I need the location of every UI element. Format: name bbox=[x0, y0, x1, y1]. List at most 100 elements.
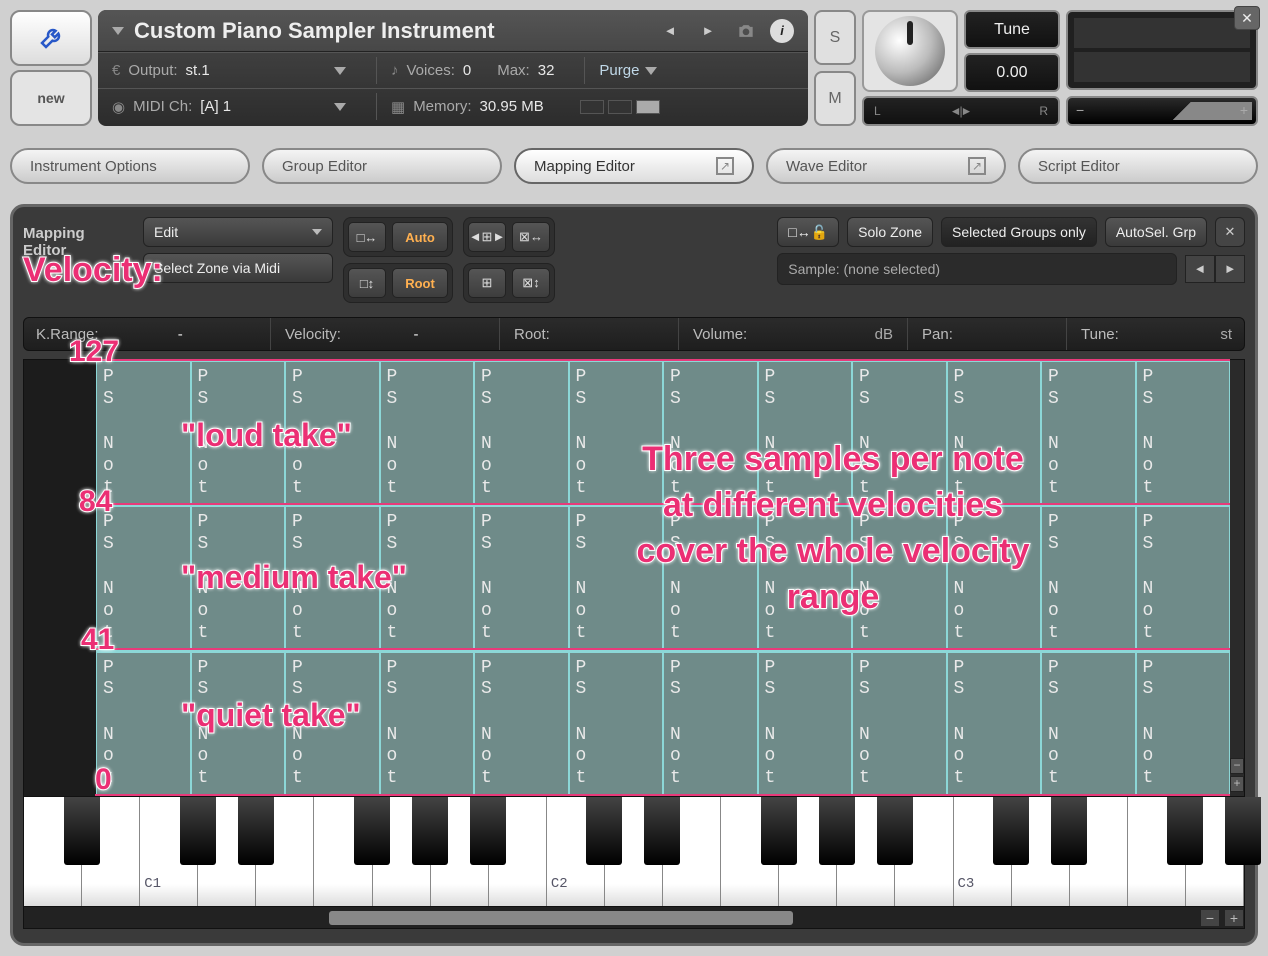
select-zone-midi-button[interactable]: Select Zone via Midi bbox=[143, 253, 333, 283]
zone-column[interactable]: PSNotPSNotPSNot bbox=[474, 360, 569, 796]
vzoom-out-button[interactable]: − bbox=[1230, 758, 1244, 774]
hzoom-in-button[interactable]: + bbox=[1224, 909, 1244, 927]
purge-menu[interactable]: Purge bbox=[599, 62, 657, 79]
white-key[interactable]: C2 bbox=[547, 797, 605, 906]
white-key[interactable] bbox=[198, 797, 256, 906]
tab-mapping-editor[interactable]: Mapping Editor bbox=[514, 148, 754, 184]
solo-button[interactable]: S bbox=[814, 10, 856, 65]
tool-select-c[interactable]: ⊞ bbox=[468, 268, 506, 298]
vzoom-in-button[interactable]: + bbox=[1230, 776, 1244, 792]
editor-close-button[interactable]: ✕ bbox=[1215, 217, 1245, 247]
white-key[interactable] bbox=[779, 797, 837, 906]
white-key[interactable] bbox=[256, 797, 314, 906]
zone-cell[interactable]: PSNot bbox=[948, 651, 1041, 796]
sample-field[interactable]: Sample: (none selected) bbox=[777, 253, 1177, 285]
tool-hspread[interactable]: □↔ bbox=[348, 222, 386, 252]
tool-vspread[interactable]: □↕ bbox=[348, 268, 386, 298]
zone-cell[interactable]: PSNot bbox=[853, 505, 946, 650]
zone-cell[interactable]: PSNot bbox=[1042, 651, 1135, 796]
zone-cell[interactable]: PSNot bbox=[381, 360, 474, 505]
zone-column[interactable]: PSNotPSNotPSNot bbox=[852, 360, 947, 796]
white-key[interactable]: C3 bbox=[954, 797, 1012, 906]
zone-cell[interactable]: PSNot bbox=[664, 505, 757, 650]
tab-script-editor[interactable]: Script Editor bbox=[1018, 148, 1258, 184]
white-key[interactable] bbox=[82, 797, 140, 906]
midi-dropdown-icon[interactable] bbox=[334, 103, 346, 111]
zone-cell[interactable]: PSNot bbox=[97, 360, 190, 505]
lock-button[interactable]: □↔🔓 bbox=[777, 217, 839, 247]
window-close-button[interactable]: ✕ bbox=[1234, 6, 1260, 30]
zone-cell[interactable]: PSNot bbox=[192, 360, 285, 505]
snapshot-button[interactable] bbox=[732, 17, 760, 45]
sample-prev-button[interactable]: ◄ bbox=[1185, 255, 1215, 283]
zone-cell[interactable]: PSNot bbox=[1137, 651, 1230, 796]
white-key[interactable] bbox=[837, 797, 895, 906]
zone-grid[interactable]: PSNotPSNotPSNotPSNotPSNotPSNotPSNotPSNot… bbox=[96, 360, 1230, 796]
new-button[interactable]: new bbox=[10, 70, 92, 126]
zone-cell[interactable]: PSNot bbox=[1042, 505, 1135, 650]
autosel-group-button[interactable]: AutoSel. Grp bbox=[1105, 217, 1207, 247]
zone-cell[interactable]: PSNot bbox=[475, 651, 568, 796]
white-key[interactable] bbox=[721, 797, 779, 906]
hscroll-thumb[interactable] bbox=[329, 911, 793, 925]
zone-cell[interactable]: PSNot bbox=[97, 505, 190, 650]
white-key[interactable] bbox=[895, 797, 953, 906]
zone-cell[interactable]: PSNot bbox=[475, 360, 568, 505]
tab-wave-editor[interactable]: Wave Editor bbox=[766, 148, 1006, 184]
white-key[interactable] bbox=[1012, 797, 1070, 906]
info-button[interactable]: i bbox=[770, 19, 794, 43]
zone-cell[interactable]: PSNot bbox=[759, 360, 852, 505]
volume-slider[interactable]: − + bbox=[1066, 96, 1258, 126]
zone-cell[interactable]: PSNot bbox=[475, 505, 568, 650]
tool-select-b[interactable]: ⊠↔ bbox=[512, 222, 550, 252]
zone-cell[interactable]: PSNot bbox=[286, 651, 379, 796]
zone-column[interactable]: PSNotPSNotPSNot bbox=[191, 360, 286, 796]
zone-column[interactable]: PSNotPSNotPSNot bbox=[1041, 360, 1136, 796]
tool-select-a[interactable]: ◄⊞► bbox=[468, 222, 506, 252]
zone-cell[interactable]: PSNot bbox=[570, 360, 663, 505]
popout-icon[interactable] bbox=[968, 157, 986, 175]
output-value[interactable]: st.1 bbox=[186, 62, 210, 79]
tool-auto[interactable]: Auto bbox=[392, 222, 448, 252]
output-dropdown-icon[interactable] bbox=[334, 67, 346, 75]
solo-zone-button[interactable]: Solo Zone bbox=[847, 217, 933, 247]
sample-next-button[interactable]: ► bbox=[1215, 255, 1245, 283]
krange-value[interactable]: - bbox=[165, 326, 195, 343]
mute-button[interactable]: M bbox=[814, 71, 856, 126]
zone-column[interactable]: PSNotPSNotPSNot bbox=[96, 360, 191, 796]
zone-cell[interactable]: PSNot bbox=[192, 651, 285, 796]
zone-column[interactable]: PSNotPSNotPSNot bbox=[663, 360, 758, 796]
zone-cell[interactable]: PSNot bbox=[664, 651, 757, 796]
white-key[interactable] bbox=[1186, 797, 1244, 906]
zone-column[interactable]: PSNotPSNotPSNot bbox=[285, 360, 380, 796]
white-key[interactable] bbox=[663, 797, 721, 906]
zone-cell[interactable]: PSNot bbox=[381, 505, 474, 650]
wrench-button[interactable] bbox=[10, 10, 92, 66]
hzoom-out-button[interactable]: − bbox=[1200, 909, 1220, 927]
zone-cell[interactable]: PSNot bbox=[570, 505, 663, 650]
tool-select-d[interactable]: ⊠↕ bbox=[512, 268, 550, 298]
zone-cell[interactable]: PSNot bbox=[948, 505, 1041, 650]
expand-icon[interactable] bbox=[112, 27, 124, 35]
keyboard[interactable]: C1 C2 C3 bbox=[23, 797, 1245, 907]
white-key[interactable] bbox=[1070, 797, 1128, 906]
zone-column[interactable]: PSNotPSNotPSNot bbox=[380, 360, 475, 796]
zone-column[interactable]: PSNotPSNotPSNot bbox=[1136, 360, 1231, 796]
max-value[interactable]: 32 bbox=[538, 62, 555, 79]
instrument-name[interactable]: Custom Piano Sampler Instrument bbox=[134, 18, 646, 44]
zone-cell[interactable]: PSNot bbox=[759, 505, 852, 650]
white-key[interactable] bbox=[489, 797, 547, 906]
zone-cell[interactable]: PSNot bbox=[664, 360, 757, 505]
zone-cell[interactable]: PSNot bbox=[97, 651, 190, 796]
zone-cell[interactable]: PSNot bbox=[948, 360, 1041, 505]
tab-instrument-options[interactable]: Instrument Options bbox=[10, 148, 250, 184]
edit-menu[interactable]: Edit bbox=[143, 217, 333, 247]
zone-cell[interactable]: PSNot bbox=[1137, 505, 1230, 650]
white-key[interactable] bbox=[314, 797, 372, 906]
popout-icon[interactable] bbox=[716, 157, 734, 175]
zone-cell[interactable]: PSNot bbox=[570, 651, 663, 796]
next-preset-button[interactable]: ► bbox=[694, 17, 722, 45]
white-key[interactable] bbox=[605, 797, 663, 906]
zone-cell[interactable]: PSNot bbox=[286, 505, 379, 650]
white-key[interactable]: C1 bbox=[140, 797, 198, 906]
